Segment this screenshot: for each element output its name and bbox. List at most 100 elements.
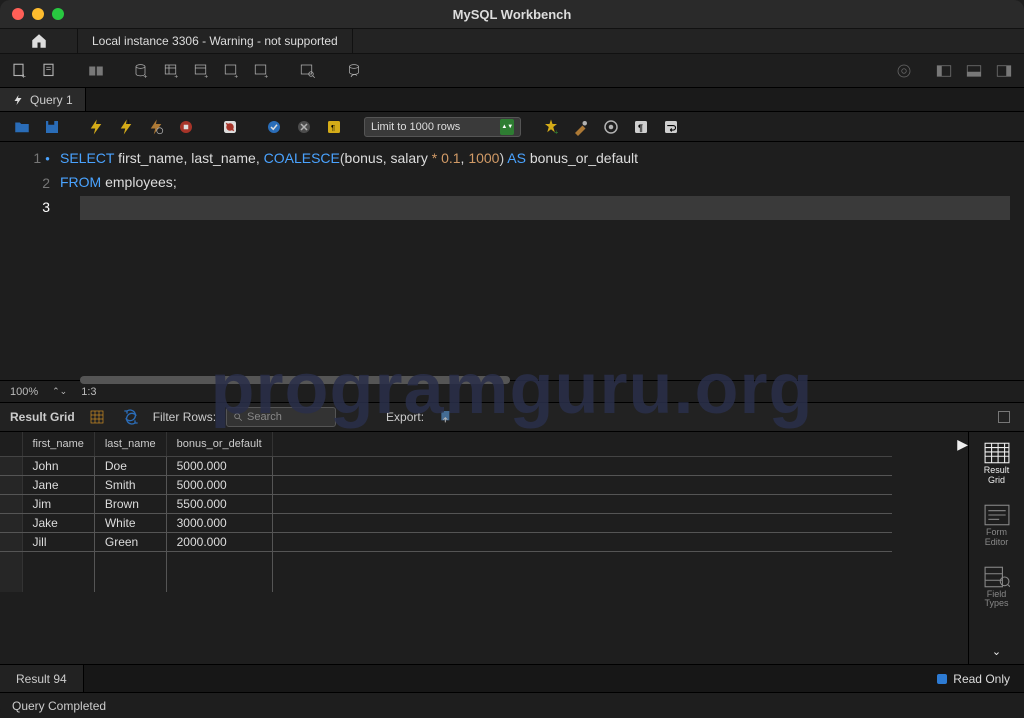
editor-gutter: 1●23 <box>0 146 60 219</box>
execute-button[interactable] <box>84 115 108 139</box>
lightning-icon <box>12 94 24 106</box>
table-cell[interactable]: 5500.000 <box>166 495 272 514</box>
table-row[interactable]: JimBrown5500.000 <box>0 495 892 514</box>
table-row[interactable]: JillGreen2000.000 <box>0 533 892 552</box>
app-title: MySQL Workbench <box>0 7 1024 22</box>
search-table-data-button[interactable] <box>296 59 320 83</box>
svg-text:+: + <box>144 73 148 80</box>
save-file-button[interactable] <box>40 115 64 139</box>
zoom-level: 100% <box>10 386 38 398</box>
table-cell[interactable]: Smith <box>94 476 166 495</box>
side-field-types-button[interactable]: FieldTypes <box>973 560 1021 616</box>
refresh-button[interactable] <box>119 405 143 429</box>
panel-right-toggle[interactable] <box>992 59 1016 83</box>
table-cell[interactable]: Green <box>94 533 166 552</box>
side-result-grid-button[interactable]: ResultGrid <box>973 436 1021 492</box>
toggle-whitespace-button[interactable]: ¶ <box>322 115 346 139</box>
query-tab-label: Query 1 <box>30 93 73 107</box>
svg-text:+: + <box>234 73 238 80</box>
table-cell[interactable]: Jake <box>22 514 94 533</box>
db-create-procedure-button[interactable]: + <box>220 59 244 83</box>
window-close-button[interactable] <box>12 8 24 20</box>
table-cell[interactable]: 3000.000 <box>166 514 272 533</box>
toggle-autocommit-button[interactable] <box>218 115 242 139</box>
column-header[interactable]: bonus_or_default <box>166 432 272 457</box>
zoom-stepper-icon[interactable]: ⌃⌄ <box>52 386 67 397</box>
filter-search-input[interactable]: Search <box>226 407 336 427</box>
reconnect-button[interactable] <box>342 59 366 83</box>
find-button[interactable] <box>569 115 593 139</box>
filter-rows-label: Filter Rows: <box>153 410 216 424</box>
svg-text:+: + <box>554 127 559 136</box>
table-cell[interactable]: Jim <box>22 495 94 514</box>
row-limit-select[interactable]: Limit to 1000 rows ▲▼ <box>364 117 521 137</box>
panel-left-toggle[interactable] <box>932 59 956 83</box>
column-header[interactable]: last_name <box>94 432 166 457</box>
db-create-table-button[interactable]: + <box>160 59 184 83</box>
table-cell[interactable]: Brown <box>94 495 166 514</box>
wrap-button[interactable] <box>659 115 683 139</box>
new-sql-tab-button[interactable]: + <box>8 59 32 83</box>
query-tab-strip: Query 1 <box>0 88 1024 112</box>
db-create-schema-button[interactable]: + <box>130 59 154 83</box>
stepper-arrows-icon: ▲▼ <box>500 119 514 135</box>
main-toolbar: + + + + + + <box>0 54 1024 88</box>
table-cell[interactable]: Doe <box>94 457 166 476</box>
execute-current-button[interactable]: I <box>114 115 138 139</box>
cursor-position: 1:3 <box>81 386 96 398</box>
result-grid-view-button[interactable] <box>85 405 109 429</box>
open-file-button[interactable] <box>10 115 34 139</box>
table-cell[interactable]: John <box>22 457 94 476</box>
export-label: Export: <box>386 410 424 424</box>
table-row[interactable]: JaneSmith5000.000 <box>0 476 892 495</box>
query-tab[interactable]: Query 1 <box>0 88 86 111</box>
table-cell[interactable]: Jill <box>22 533 94 552</box>
window-minimize-button[interactable] <box>32 8 44 20</box>
commit-button[interactable] <box>262 115 286 139</box>
table-cell[interactable]: 5000.000 <box>166 476 272 495</box>
column-header[interactable]: first_name <box>22 432 94 457</box>
svg-text:¶: ¶ <box>638 122 643 132</box>
window-zoom-button[interactable] <box>52 8 64 20</box>
side-form-editor-label: FormEditor <box>985 528 1009 548</box>
svg-text:+: + <box>204 73 208 80</box>
toggle-invisible-button[interactable]: ¶ <box>629 115 653 139</box>
export-button[interactable] <box>434 405 458 429</box>
collapse-side-panel-arrow[interactable]: ▶ <box>957 436 968 453</box>
editor-code[interactable]: SELECT first_name, last_name, COALESCE(b… <box>60 146 1024 219</box>
home-tab[interactable] <box>0 29 78 53</box>
table-cell[interactable]: White <box>94 514 166 533</box>
panel-bottom-toggle[interactable] <box>962 59 986 83</box>
beautify-button[interactable]: + <box>539 115 563 139</box>
field-types-icon <box>984 566 1010 588</box>
sql-toolbar: I ¶ Limit to 1000 rows ▲▼ + ¶ <box>0 112 1024 142</box>
inspector-button[interactable] <box>84 59 108 83</box>
read-only-icon <box>937 674 947 684</box>
horizontal-scrollbar[interactable] <box>80 376 510 384</box>
table-cell[interactable]: 5000.000 <box>166 457 272 476</box>
sql-editor[interactable]: 1●23 SELECT first_name, last_name, COALE… <box>0 142 1024 402</box>
table-row[interactable]: JakeWhite3000.000 <box>0 514 892 533</box>
svg-text:¶: ¶ <box>331 123 335 132</box>
settings-button[interactable] <box>892 59 916 83</box>
db-create-view-button[interactable]: + <box>190 59 214 83</box>
db-create-function-button[interactable]: + <box>250 59 274 83</box>
side-form-editor-button[interactable]: FormEditor <box>973 498 1021 554</box>
maximize-result-button[interactable] <box>998 411 1010 423</box>
svg-text:+: + <box>264 73 268 80</box>
table-row[interactable]: JohnDoe5000.000 <box>0 457 892 476</box>
result-tab[interactable]: Result 94 <box>0 665 84 692</box>
result-grid-wrapper: ▶ first_namelast_namebonus_or_defaultJoh… <box>0 432 968 664</box>
home-icon <box>30 32 48 50</box>
rollback-button[interactable] <box>292 115 316 139</box>
result-grid[interactable]: first_namelast_namebonus_or_defaultJohnD… <box>0 432 892 592</box>
search-placeholder: Search <box>247 411 282 423</box>
new-script-button[interactable] <box>38 59 62 83</box>
side-panel-down-arrow[interactable]: ⌄ <box>992 645 1001 658</box>
connection-tab[interactable]: Local instance 3306 - Warning - not supp… <box>78 29 353 53</box>
table-cell[interactable]: Jane <box>22 476 94 495</box>
table-cell[interactable]: 2000.000 <box>166 533 272 552</box>
explain-button[interactable] <box>144 115 168 139</box>
stop-button[interactable] <box>174 115 198 139</box>
snippets-button[interactable] <box>599 115 623 139</box>
